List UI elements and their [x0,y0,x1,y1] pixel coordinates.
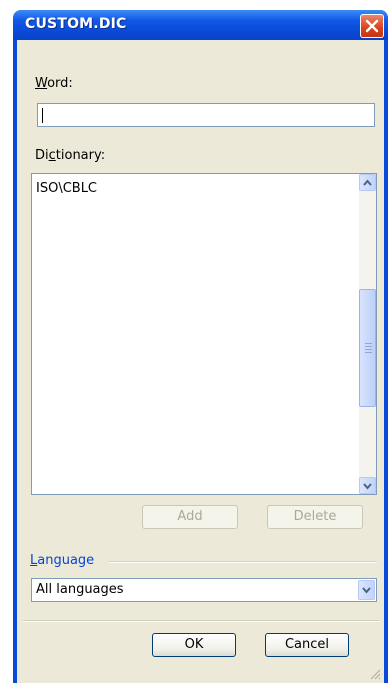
add-button[interactable]: Add [142,505,238,529]
chevron-down-icon [362,587,371,594]
dictionary-label: Dictionary: [35,148,106,163]
footer-separator [23,620,379,622]
language-label: Language [30,553,95,568]
language-select[interactable]: All languages [31,578,377,602]
word-input[interactable] [37,103,375,127]
word-label: Word: [35,76,73,91]
grip-line [365,349,372,350]
vertical-scrollbar[interactable] [359,174,376,494]
scroll-thumb[interactable] [359,289,376,407]
language-selected-value: All languages [36,582,124,597]
scroll-down-button[interactable] [359,477,376,494]
scroll-up-button[interactable] [359,174,376,191]
grip-line [365,346,372,347]
dropdown-button[interactable] [358,580,375,600]
delete-button[interactable]: Delete [267,505,363,529]
grip-line [365,352,372,353]
close-icon [365,19,379,33]
arrow-down-icon [363,483,372,490]
dialog-body: Word: Dictionary: ISO\CBLC Add Delete La… [17,40,384,683]
text-caret [42,108,43,123]
arrow-up-icon [363,179,372,186]
cancel-button[interactable]: Cancel [265,633,349,657]
dialog-window: CUSTOM.DIC Word: Dictionary: ISO\CBLC Ad… [13,10,388,683]
group-divider [109,561,377,563]
resize-grip-icon[interactable] [369,668,381,680]
title-bar[interactable]: CUSTOM.DIC [13,10,388,40]
window-title: CUSTOM.DIC [25,16,127,32]
close-button[interactable] [360,14,384,38]
ok-button[interactable]: OK [152,633,236,657]
dictionary-list[interactable]: ISO\CBLC [31,173,377,495]
grip-line [365,343,372,344]
list-item[interactable]: ISO\CBLC [36,181,97,196]
